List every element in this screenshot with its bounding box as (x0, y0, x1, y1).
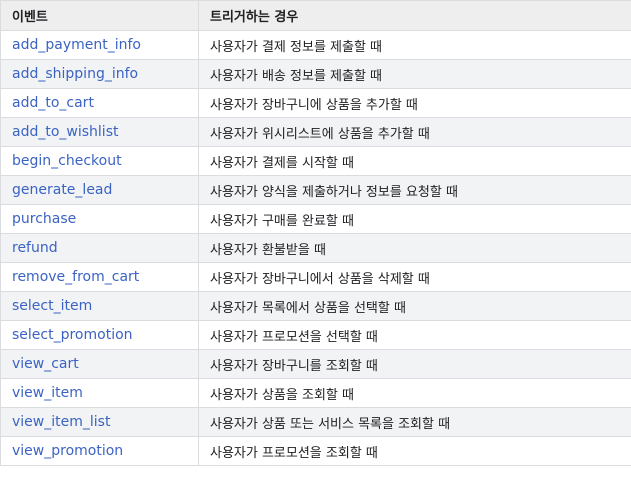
event-link-select-promotion[interactable]: select_promotion (12, 327, 133, 343)
table-header-row: 이벤트 트리거하는 경우 (0, 0, 631, 31)
event-cell: add_to_wishlist (0, 117, 199, 147)
event-link-add-payment-info[interactable]: add_payment_info (12, 37, 141, 53)
event-cell: view_cart (0, 349, 199, 379)
event-cell: generate_lead (0, 175, 199, 205)
table-row: view_promotion 사용자가 프로모션을 조회할 때 (0, 436, 631, 466)
trigger-cell: 사용자가 상품을 조회할 때 (198, 378, 631, 408)
event-cell: select_item (0, 291, 199, 321)
event-link-remove-from-cart[interactable]: remove_from_cart (12, 269, 139, 285)
trigger-cell: 사용자가 위시리스트에 상품을 추가할 때 (198, 117, 631, 147)
event-cell: purchase (0, 204, 199, 234)
table-row: view_item 사용자가 상품을 조회할 때 (0, 378, 631, 408)
event-link-view-item-list[interactable]: view_item_list (12, 414, 110, 430)
table-row: remove_from_cart 사용자가 장바구니에서 상품을 삭제할 때 (0, 262, 631, 292)
event-link-refund[interactable]: refund (12, 240, 58, 256)
event-link-add-to-wishlist[interactable]: add_to_wishlist (12, 124, 118, 140)
event-cell: add_payment_info (0, 30, 199, 60)
table-row: add_to_cart 사용자가 장바구니에 상품을 추가할 때 (0, 88, 631, 118)
event-cell: view_item_list (0, 407, 199, 437)
trigger-cell: 사용자가 결제를 시작할 때 (198, 146, 631, 176)
trigger-cell: 사용자가 결제 정보를 제출할 때 (198, 30, 631, 60)
table-row: add_shipping_info 사용자가 배송 정보를 제출할 때 (0, 59, 631, 89)
table-row: refund 사용자가 환불받을 때 (0, 233, 631, 263)
trigger-cell: 사용자가 장바구니를 조회할 때 (198, 349, 631, 379)
table-row: generate_lead 사용자가 양식을 제출하거나 정보를 요청할 때 (0, 175, 631, 205)
column-header-trigger: 트리거하는 경우 (198, 0, 631, 31)
event-link-begin-checkout[interactable]: begin_checkout (12, 153, 122, 169)
event-cell: refund (0, 233, 199, 263)
trigger-cell: 사용자가 장바구니에 상품을 추가할 때 (198, 88, 631, 118)
column-header-event: 이벤트 (0, 0, 199, 31)
trigger-cell: 사용자가 양식을 제출하거나 정보를 요청할 때 (198, 175, 631, 205)
event-link-view-promotion[interactable]: view_promotion (12, 443, 123, 459)
event-link-select-item[interactable]: select_item (12, 298, 92, 314)
event-cell: add_shipping_info (0, 59, 199, 89)
event-cell: remove_from_cart (0, 262, 199, 292)
trigger-cell: 사용자가 장바구니에서 상품을 삭제할 때 (198, 262, 631, 292)
event-link-purchase[interactable]: purchase (12, 211, 76, 227)
event-cell: add_to_cart (0, 88, 199, 118)
trigger-cell: 사용자가 목록에서 상품을 선택할 때 (198, 291, 631, 321)
table-row: begin_checkout 사용자가 결제를 시작할 때 (0, 146, 631, 176)
event-cell: view_item (0, 378, 199, 408)
table-row: add_payment_info 사용자가 결제 정보를 제출할 때 (0, 30, 631, 60)
trigger-cell: 사용자가 구매를 완료할 때 (198, 204, 631, 234)
trigger-cell: 사용자가 프로모션을 선택할 때 (198, 320, 631, 350)
event-cell: begin_checkout (0, 146, 199, 176)
events-table: 이벤트 트리거하는 경우 add_payment_info 사용자가 결제 정보… (0, 0, 631, 466)
event-cell: view_promotion (0, 436, 199, 466)
event-cell: select_promotion (0, 320, 199, 350)
trigger-cell: 사용자가 환불받을 때 (198, 233, 631, 263)
table-row: purchase 사용자가 구매를 완료할 때 (0, 204, 631, 234)
table-row: select_item 사용자가 목록에서 상품을 선택할 때 (0, 291, 631, 321)
trigger-cell: 사용자가 상품 또는 서비스 목록을 조회할 때 (198, 407, 631, 437)
table-row: view_cart 사용자가 장바구니를 조회할 때 (0, 349, 631, 379)
trigger-cell: 사용자가 배송 정보를 제출할 때 (198, 59, 631, 89)
event-link-add-shipping-info[interactable]: add_shipping_info (12, 66, 138, 82)
trigger-cell: 사용자가 프로모션을 조회할 때 (198, 436, 631, 466)
event-link-add-to-cart[interactable]: add_to_cart (12, 95, 94, 111)
event-link-view-item[interactable]: view_item (12, 385, 83, 401)
table-row: add_to_wishlist 사용자가 위시리스트에 상품을 추가할 때 (0, 117, 631, 147)
table-row: view_item_list 사용자가 상품 또는 서비스 목록을 조회할 때 (0, 407, 631, 437)
table-row: select_promotion 사용자가 프로모션을 선택할 때 (0, 320, 631, 350)
event-link-generate-lead[interactable]: generate_lead (12, 182, 112, 198)
event-link-view-cart[interactable]: view_cart (12, 356, 79, 372)
